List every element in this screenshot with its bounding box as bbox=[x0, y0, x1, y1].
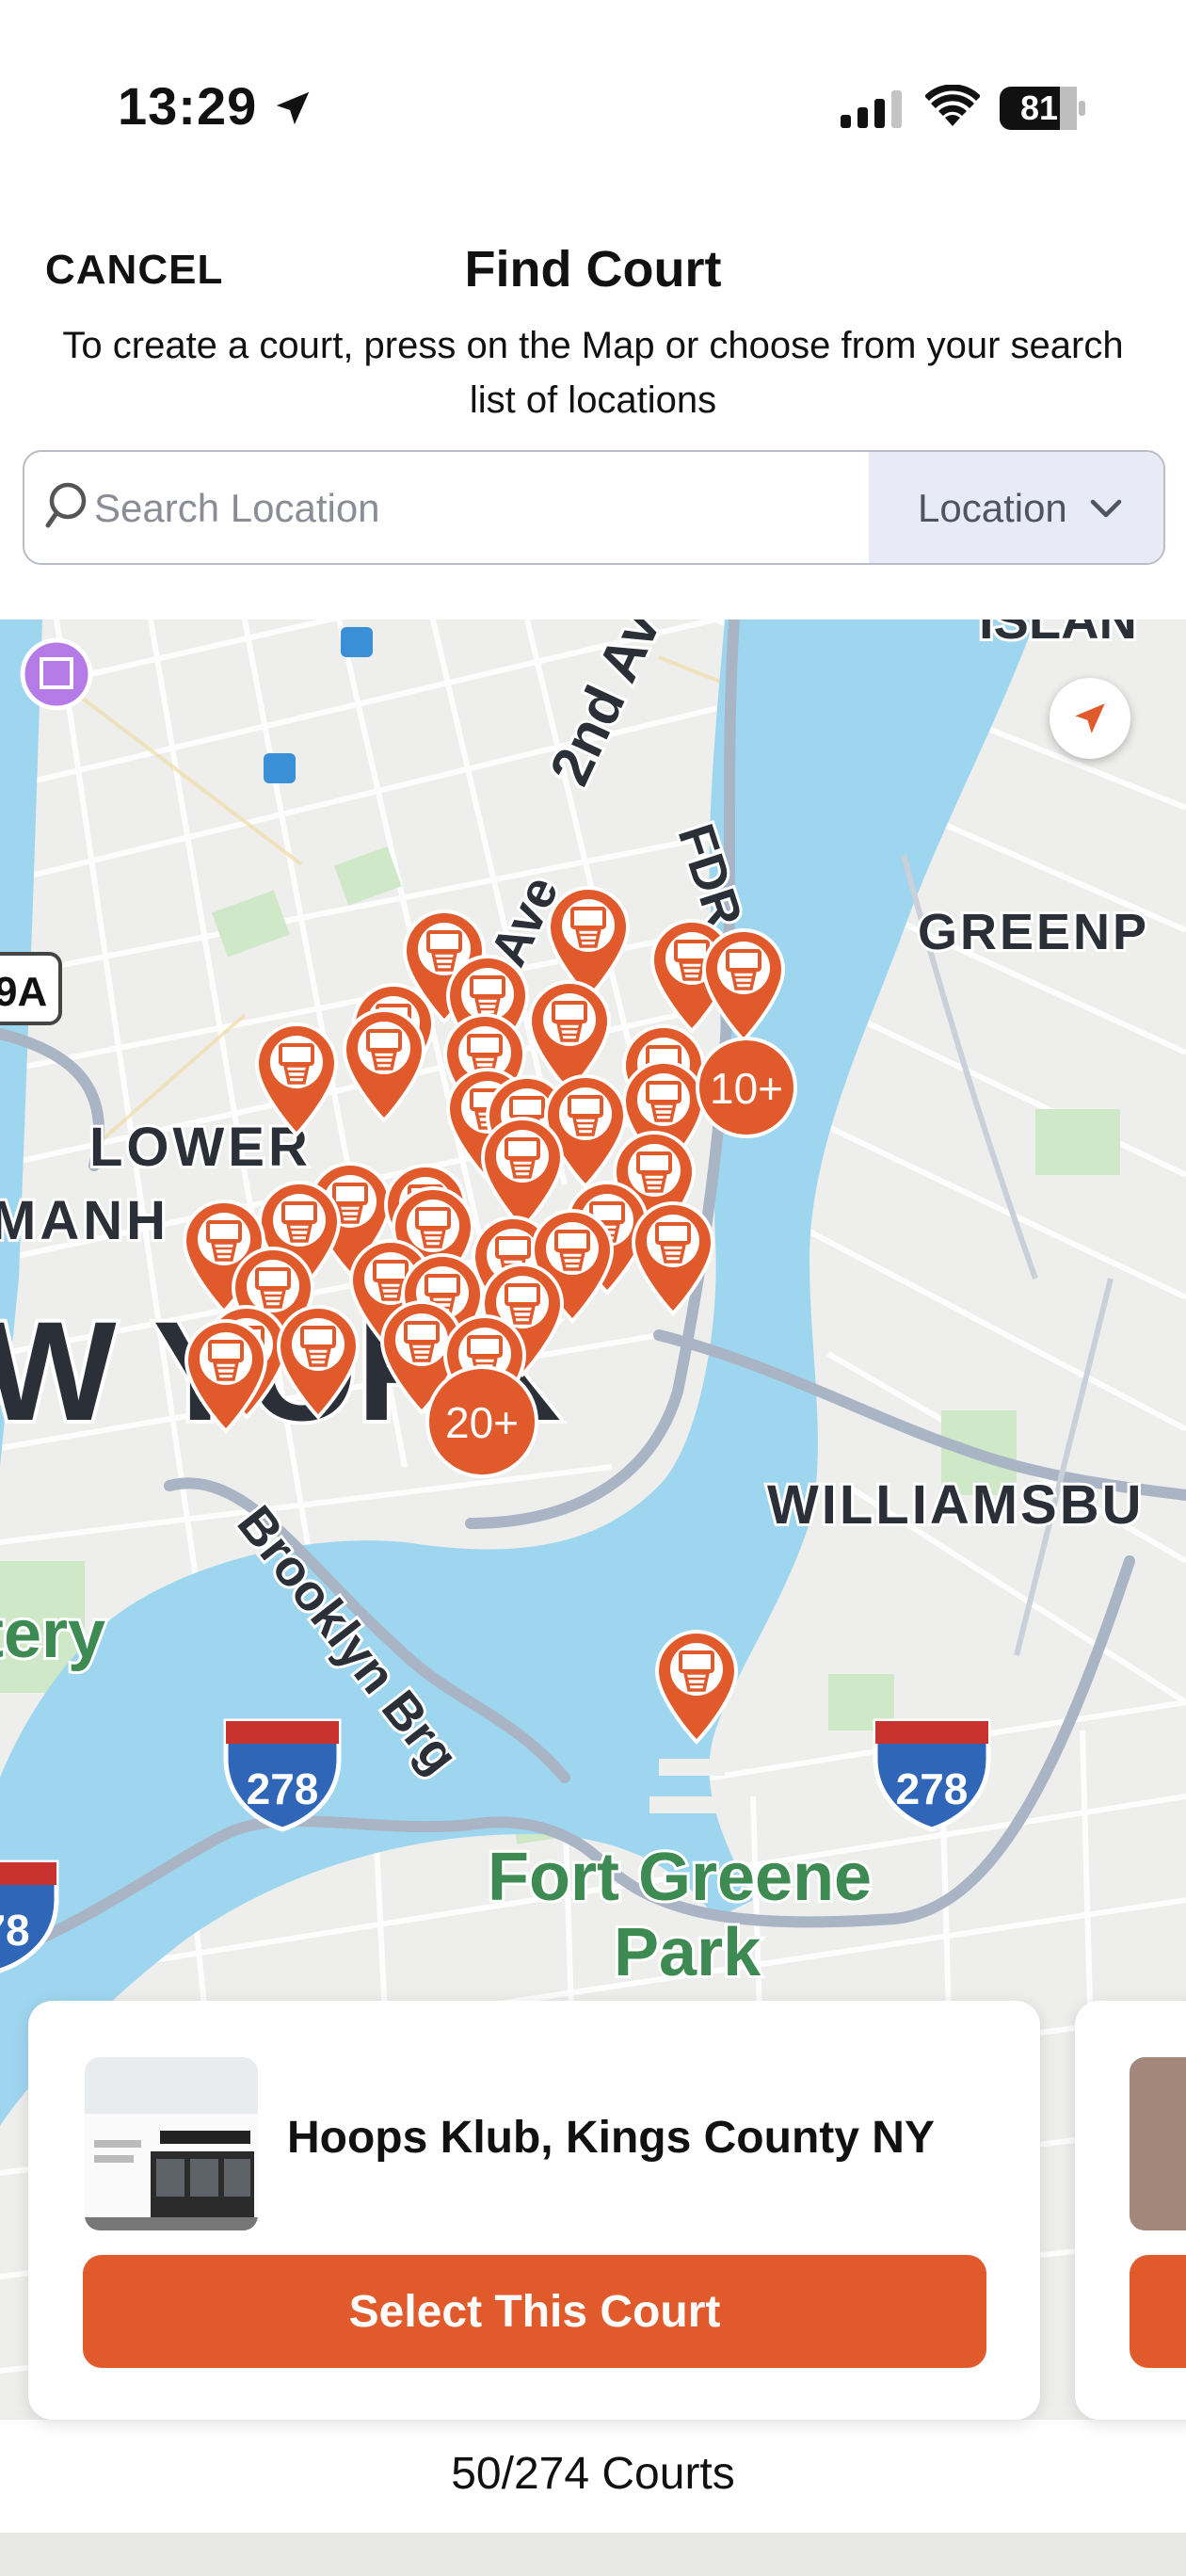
map-label-lower: LOWER bbox=[89, 1117, 312, 1178]
battery-level: 81 bbox=[1019, 89, 1059, 127]
cellular-signal-icon bbox=[841, 90, 902, 128]
interstate-278-shield-right: 278 bbox=[896, 1764, 969, 1813]
chevron-down-icon bbox=[1090, 499, 1122, 518]
select-court-button[interactable]: Select This Court bbox=[83, 2255, 986, 2368]
location-dropdown[interactable]: Location bbox=[869, 452, 1163, 563]
cluster-10-plus[interactable]: 10+ bbox=[696, 1037, 797, 1138]
map-label-island: ISLAN bbox=[979, 620, 1137, 650]
cluster-10-plus-label: 10+ bbox=[710, 1064, 783, 1113]
location-arrow-icon bbox=[1075, 703, 1105, 733]
court-name: Hoops Klub, Kings County NY bbox=[287, 2113, 935, 2163]
map-label-fort-greene: Fort Greene bbox=[488, 1840, 872, 1915]
route-9a-badge: 9A bbox=[0, 969, 47, 1015]
search-location-input[interactable] bbox=[92, 452, 887, 563]
court-card[interactable]: Hoops Klub, Kings County NY Select This … bbox=[28, 2001, 1040, 2420]
next-court-card[interactable] bbox=[1075, 2001, 1186, 2420]
cancel-button[interactable]: CANCEL bbox=[45, 247, 223, 294]
map-label-greenpoint: GREENP bbox=[918, 904, 1149, 960]
search-bar: Location bbox=[23, 450, 1165, 565]
interstate-278-shield-left: 278 bbox=[247, 1764, 319, 1813]
recenter-button[interactable] bbox=[1050, 678, 1130, 759]
parking-poi-icon[interactable] bbox=[341, 627, 373, 657]
location-arrow-icon bbox=[276, 91, 310, 125]
next-select-button[interactable] bbox=[1130, 2255, 1186, 2368]
status-bar: 13:29 81 bbox=[0, 0, 1186, 217]
cluster-20-plus-label: 20+ bbox=[445, 1398, 519, 1447]
map-label-manhattan: MANH bbox=[0, 1190, 169, 1251]
map-label-park: Park bbox=[614, 1915, 761, 1990]
interstate-78-shield: 78 bbox=[0, 1906, 30, 1955]
status-time: 13:29 bbox=[118, 76, 258, 136]
instructions-text: To create a court, press on the Map or c… bbox=[62, 325, 1124, 421]
map-bottom-strip bbox=[0, 2533, 1186, 2576]
wifi-icon bbox=[925, 85, 980, 126]
cluster-20-plus[interactable]: 20+ bbox=[425, 1365, 538, 1478]
map-label-battery: tery bbox=[0, 1597, 105, 1672]
museum-poi-icon[interactable] bbox=[20, 637, 93, 711]
next-court-thumbnail bbox=[1130, 2057, 1186, 2230]
court-count: 50/274 Courts bbox=[451, 2449, 735, 2499]
search-icon bbox=[45, 482, 87, 528]
map-label-williamsburg: WILLIAMSBU bbox=[767, 1474, 1145, 1536]
parking-poi-icon-2[interactable] bbox=[264, 753, 296, 783]
location-dropdown-label: Location bbox=[918, 486, 1067, 530]
court-thumbnail bbox=[85, 2057, 258, 2230]
